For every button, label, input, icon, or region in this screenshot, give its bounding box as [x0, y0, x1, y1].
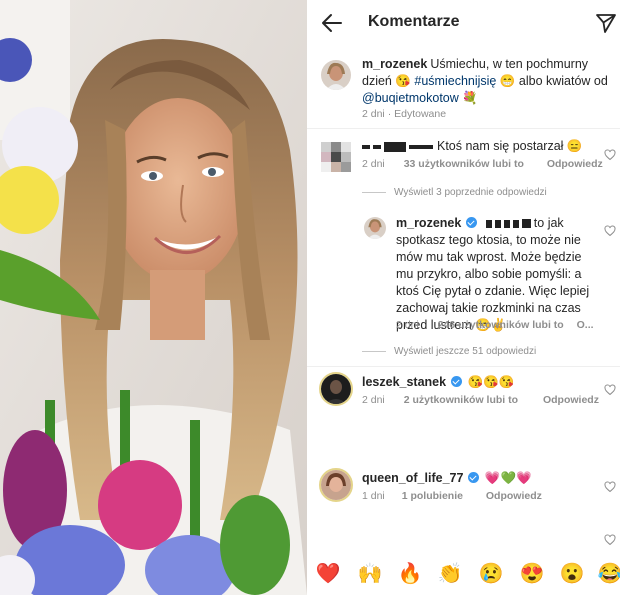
emoji-clap[interactable]: 👏	[437, 562, 463, 586]
redacted-block	[503, 219, 510, 228]
comment-meta: 1 dni 1 polubienie Odpowiedz	[362, 490, 542, 502]
emoji-fire[interactable]: 🔥	[397, 562, 423, 586]
view-previous-replies[interactable]: Wyświetl 3 poprzednie odpowiedzi	[362, 187, 547, 198]
verified-icon	[468, 472, 480, 483]
reply-button[interactable]: Odpowiedz	[543, 394, 599, 406]
reply-line: mu przykro, albo sobie pomyśli: a	[396, 267, 582, 281]
caption-username[interactable]: m_rozenek	[362, 57, 427, 71]
likes-count[interactable]: 246 użytkowników lubi to	[438, 319, 564, 331]
divider	[307, 366, 620, 367]
avatar-redacted[interactable]	[321, 142, 351, 172]
comment-meta: 2 dni 33 użytkowników lubi to Odpowiedz	[362, 158, 603, 170]
comment-text: leszek_stanek 😘😘😘	[362, 374, 602, 391]
caption-edited: Edytowane	[394, 108, 447, 120]
heart-icon[interactable]	[604, 149, 616, 161]
emoji-surprised[interactable]: 😮	[559, 562, 585, 586]
heart-icon[interactable]	[604, 534, 616, 546]
verified-icon	[451, 376, 463, 387]
comment-body: 😘😘😘	[467, 375, 515, 389]
caption-text: m_rozenek Uśmiechu, w ten pochmurny dzień…	[362, 56, 612, 107]
redacted-block	[512, 219, 519, 228]
caption-line2-post: 😁 albo kwiatów od	[496, 74, 608, 88]
likes-count[interactable]: 1 polubienie	[402, 490, 463, 502]
likes-count[interactable]: 2 użytkowników lubi to	[404, 394, 518, 406]
back-arrow-icon[interactable]	[321, 12, 343, 34]
emoji-quick-bar: ❤️ 🙌 🔥 👏 😢 😍 😮 😂	[307, 558, 620, 595]
avatar[interactable]	[319, 468, 353, 502]
caption-line2-pre: dzień 😘	[362, 74, 415, 88]
reply-username[interactable]: m_rozenek	[396, 216, 461, 230]
comments-panel: Komentarze m_rozenek Uśmiechu, w ten poch…	[307, 0, 620, 595]
emoji-heart-eyes[interactable]: 😍	[519, 562, 545, 586]
view-previous-label: Wyświetl 3 poprzednie odpowiedzi	[394, 187, 547, 198]
emoji-cry[interactable]: 😢	[478, 562, 504, 586]
reply-button[interactable]: Odpowiedz	[486, 490, 542, 502]
emoji-raised-hands[interactable]: 🙌	[357, 562, 383, 586]
comment-text: Ktoś nam się postarzał 😑	[362, 138, 602, 155]
comment-username[interactable]: leszek_stanek	[362, 375, 446, 389]
view-more-label: Wyświetl jeszcze 51 odpowiedzi	[394, 346, 537, 357]
caption-time: 2 dni	[362, 108, 385, 120]
emoji-laugh[interactable]: 😂	[597, 562, 620, 586]
avatar[interactable]	[319, 372, 353, 406]
comment-time: 2 dni	[362, 394, 385, 406]
header: Komentarze	[307, 0, 620, 46]
redacted-block	[373, 144, 381, 149]
heart-icon[interactable]	[604, 481, 616, 493]
verified-icon	[466, 217, 478, 228]
comment-body: 💗💚💗	[484, 471, 532, 485]
redacted-block	[521, 219, 531, 229]
page-title: Komentarze	[368, 13, 460, 30]
comment-meta: 2 dni 2 użytkowników lubi to Odpowiedz	[362, 394, 599, 406]
heart-icon[interactable]	[604, 225, 616, 237]
comment-time: 1 dni	[362, 490, 385, 502]
redacted-block	[494, 219, 501, 228]
reply-line: to jak	[533, 216, 564, 230]
reply-text: m_rozenek to jak spotkasz tego ktosia, t…	[396, 215, 601, 334]
view-more-replies[interactable]: Wyświetl jeszcze 51 odpowiedzi	[362, 346, 536, 357]
send-icon[interactable]	[595, 12, 617, 34]
caption-meta: 2 dni · Edytowane	[362, 108, 447, 120]
mention-link[interactable]: @buqietmokotow	[362, 91, 459, 105]
reply-line: mów mu tak wprost. Może będzie	[396, 250, 582, 264]
redacted-username[interactable]	[362, 144, 370, 149]
caption-emoji: 💐	[458, 91, 478, 105]
reply-line: zachowaj takie rozkminki na czas	[396, 301, 581, 315]
hashtag-link[interactable]: #uśmiechnijsię	[414, 74, 496, 88]
comment-time: 2 dni	[362, 158, 385, 170]
comment-body: Ktoś nam się postarzał 😑	[437, 139, 583, 153]
avatar[interactable]	[364, 217, 386, 239]
reply-line: spotkasz tego ktosia, to może nie	[396, 233, 581, 247]
post-photo	[0, 0, 307, 595]
likes-count[interactable]: 33 użytkowników lubi to	[404, 158, 524, 170]
redacted-block	[409, 144, 433, 149]
divider	[307, 128, 620, 129]
reply-time: 2 dni	[396, 319, 419, 331]
reply-meta: 2 dni 246 użytkowników lubi to O...	[396, 319, 594, 331]
reply-line: ktoś Cię pytał o zdanie. Więc lepiej	[396, 284, 590, 298]
caption-line1: Uśmiechu, w ten pochmurny	[430, 57, 589, 71]
emoji-heart[interactable]: ❤️	[315, 562, 341, 586]
reply-button[interactable]: Odpowiedz	[547, 158, 603, 170]
comment-username[interactable]: queen_of_life_77	[362, 471, 463, 485]
comment-text: queen_of_life_77 💗💚💗	[362, 470, 602, 487]
avatar[interactable]	[321, 60, 351, 90]
reply-button[interactable]: O...	[577, 319, 594, 331]
redacted-mention[interactable]	[485, 219, 492, 228]
heart-icon[interactable]	[604, 384, 616, 396]
redacted-block	[384, 141, 406, 152]
